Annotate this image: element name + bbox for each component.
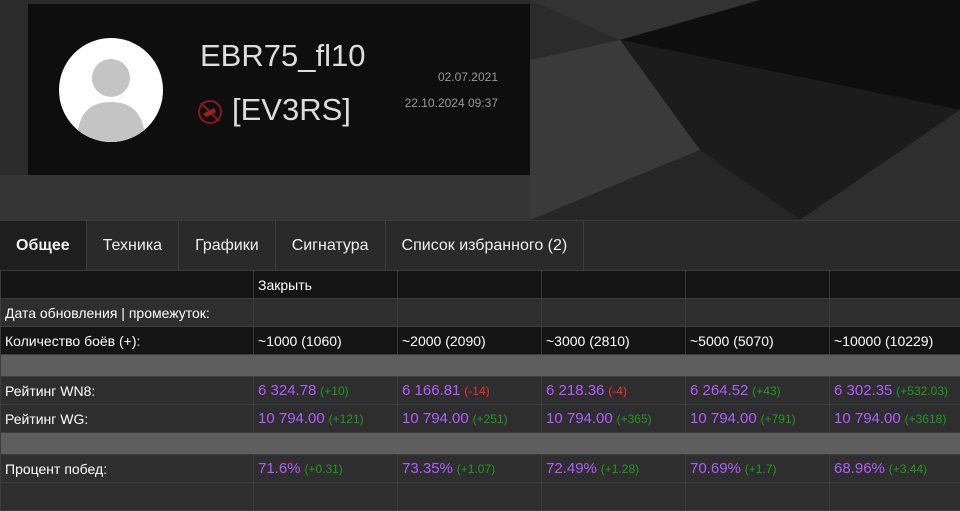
wg-value: 10 794.00 (402, 410, 469, 427)
win-value: 71.6% (258, 460, 301, 477)
profile-header: EBR75_fl10 [EV3RS] 02.07.2021 22.10.2024… (0, 0, 960, 220)
wg-delta: (+365) (617, 412, 652, 426)
wg-value: 10 794.00 (690, 410, 757, 427)
row-label: Рейтинг WG: (1, 405, 254, 433)
wn8-value: 6 166.81 (402, 382, 460, 399)
tab-favorites[interactable]: Список избранного (2) (386, 221, 585, 270)
win-cell: 70.69% (+1.7) (686, 455, 830, 483)
clan-tag[interactable]: [EV3RS] (232, 92, 351, 128)
row-label: Процент побед: (1, 455, 254, 483)
table-row (1, 483, 960, 511)
tab-general[interactable]: Общее (0, 221, 87, 270)
wg-cell: 10 794.00 (+121) (254, 405, 398, 433)
tab-signature[interactable]: Сигнатура (276, 221, 386, 270)
profile-card: EBR75_fl10 [EV3RS] 02.07.2021 22.10.2024… (28, 4, 530, 175)
wg-value: 10 794.00 (834, 410, 901, 427)
wg-cell: 10 794.00 (+251) (398, 405, 542, 433)
win-cell: 72.49% (+1.28) (542, 455, 686, 483)
wg-delta: (+251) (473, 412, 508, 426)
win-cell: 71.6% (+0.31) (254, 455, 398, 483)
created-date: 02.07.2021 (438, 70, 498, 84)
wn8-value: 6 264.52 (690, 382, 748, 399)
battles-cell: ~10000 (10229) (830, 327, 960, 355)
win-delta: (+0.31) (304, 462, 342, 476)
wn8-cell: 6 264.52 (+43) (686, 377, 830, 405)
win-cell: 68.96% (+3.44) (830, 455, 960, 483)
row-label: Рейтинг WN8: (1, 377, 254, 405)
win-delta: (+1.07) (457, 462, 495, 476)
row-label: Количество боёв (+): (1, 327, 254, 355)
stats-table: Закрыть Дата обновления | промежуток: Ко… (0, 270, 960, 511)
avatar (59, 38, 163, 142)
battles-cell: ~1000 (1060) (254, 327, 398, 355)
win-delta: (+3.44) (889, 462, 927, 476)
table-row: Количество боёв (+):~1000 (1060)~2000 (2… (1, 327, 960, 355)
table-row: Дата обновления | промежуток: (1, 299, 960, 327)
separator-row (1, 433, 960, 455)
wn8-value: 6 302.35 (834, 382, 892, 399)
wn8-cell: 6 166.81 (-14) (398, 377, 542, 405)
close-button[interactable]: Закрыть (254, 271, 398, 299)
wg-delta: (+121) (329, 412, 364, 426)
win-cell: 73.35% (+1.07) (398, 455, 542, 483)
wn8-value: 6 218.36 (546, 382, 604, 399)
win-value: 70.69% (690, 460, 741, 477)
win-delta: (+1.28) (601, 462, 639, 476)
wn8-delta: (+43) (752, 384, 780, 398)
battles-cell: ~2000 (2090) (398, 327, 542, 355)
wg-cell: 10 794.00 (+791) (686, 405, 830, 433)
wn8-delta: (-4) (608, 384, 627, 398)
player-name: EBR75_fl10 (200, 38, 365, 74)
tab-charts[interactable]: Графики (179, 221, 276, 270)
wn8-delta: (+10) (320, 384, 348, 398)
wg-delta: (+791) (761, 412, 796, 426)
wg-delta: (+3618) (905, 412, 947, 426)
win-value: 73.35% (402, 460, 453, 477)
wg-cell: 10 794.00 (+365) (542, 405, 686, 433)
table-row: Рейтинг WN8:6 324.78 (+10)6 166.81 (-14)… (1, 377, 960, 405)
updated-date: 22.10.2024 09:37 (405, 96, 498, 110)
wn8-cell: 6 324.78 (+10) (254, 377, 398, 405)
tab-bar: Общее Техника Графики Сигнатура Список и… (0, 220, 960, 270)
row-label: Дата обновления | промежуток: (1, 299, 254, 327)
battles-cell: ~5000 (5070) (686, 327, 830, 355)
table-row: Процент побед:71.6% (+0.31)73.35% (+1.07… (1, 455, 960, 483)
battles-cell: ~3000 (2810) (542, 327, 686, 355)
separator-row (1, 355, 960, 377)
wg-cell: 10 794.00 (+3618) (830, 405, 960, 433)
win-delta: (+1.7) (745, 462, 777, 476)
wg-value: 10 794.00 (546, 410, 613, 427)
win-value: 68.96% (834, 460, 885, 477)
wn8-value: 6 324.78 (258, 382, 316, 399)
wn8-cell: 6 302.35 (+532.03) (830, 377, 960, 405)
wn8-delta: (-14) (464, 384, 489, 398)
wn8-cell: 6 218.36 (-4) (542, 377, 686, 405)
tab-vehicles[interactable]: Техника (87, 221, 179, 270)
table-row: Рейтинг WG:10 794.00 (+121)10 794.00 (+2… (1, 405, 960, 433)
clan-emblem-icon (196, 98, 224, 126)
wn8-delta: (+532.03) (896, 384, 948, 398)
table-header-row: Закрыть (1, 271, 960, 299)
win-value: 72.49% (546, 460, 597, 477)
wg-value: 10 794.00 (258, 410, 325, 427)
